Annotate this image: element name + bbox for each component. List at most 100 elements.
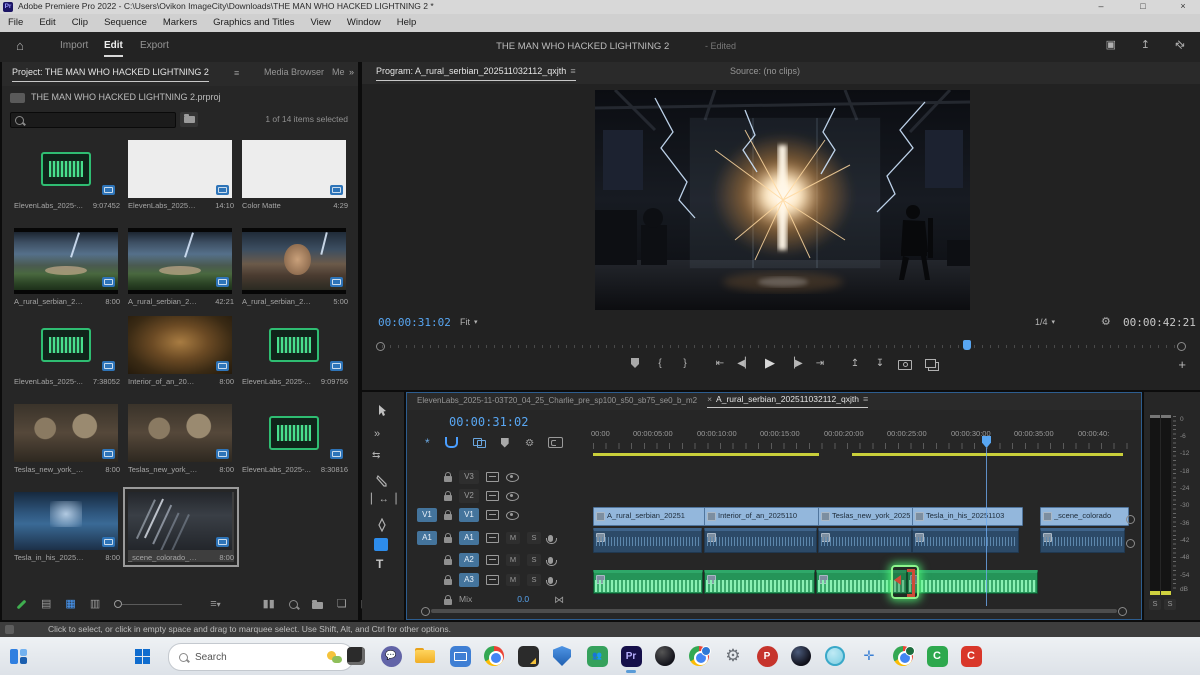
track-name[interactable]: V1 [459,508,479,522]
home-icon[interactable]: ⌂ [16,39,24,53]
timeline-clip-a1[interactable] [912,528,1019,553]
video-preview[interactable] [595,90,970,310]
track-output-icon[interactable] [486,533,499,543]
lock-icon[interactable] [444,579,452,585]
menu-view[interactable]: View [311,18,331,28]
snip-tool-icon[interactable]: ✛ [857,644,881,668]
type-tool-icon[interactable]: T [376,558,383,571]
menu-graphics[interactable]: Graphics and Titles [213,18,294,28]
menu-markers[interactable]: Markers [163,18,197,28]
hand-tool-icon-active[interactable] [374,538,388,551]
voiceover-mic-icon[interactable] [548,557,553,564]
pen-tool-icon[interactable] [375,518,389,532]
find-icon[interactable] [289,600,298,609]
selection-tool-icon[interactable] [375,404,389,418]
track-name[interactable]: A1 [459,531,479,545]
mark-in-icon[interactable]: { [651,354,669,372]
mute-button[interactable]: M [506,574,520,586]
timeline-clip-a1[interactable] [704,528,817,553]
freeform-view-icon[interactable]: ▥ [90,598,100,610]
track-output-icon[interactable] [486,472,499,482]
timeline-clip-v1[interactable]: Tesla_in_his_20251103 [912,507,1023,526]
playback-resolution-dropdown[interactable]: 1/4▾ [1035,318,1055,328]
tab-export[interactable]: Export [140,40,169,51]
defender-shield-icon[interactable] [550,644,574,668]
project-item[interactable]: ElevenLabs_2025-11-...14:10 [128,140,234,210]
widgets-icon[interactable] [6,644,30,668]
timeline-hscrollbar[interactable] [421,607,1127,614]
chrome-profile-icon[interactable] [687,644,711,668]
track-output-icon[interactable] [486,491,499,501]
step-forward-icon[interactable]: ▕▶ [786,354,804,372]
menu-sequence[interactable]: Sequence [104,18,147,28]
toggle-track-visibility-icon[interactable] [506,511,519,520]
mix-bowtie-icon[interactable]: ⋈ [554,595,564,606]
weather-icon[interactable] [327,650,343,664]
button-editor-plus-icon[interactable]: + [1178,358,1186,372]
project-item[interactable]: A_rural_serbian_2025...8:00 [14,228,120,306]
slip-tool-icon[interactable]: ▏↔▕ [371,494,396,505]
tab-edit[interactable]: Edit [104,40,123,57]
track-name[interactable]: A2 [459,553,479,567]
timeline-clip-a1[interactable] [818,528,912,553]
project-item[interactable]: ElevenLabs_2025-...7:38052 [14,316,120,386]
blue-device-app-icon[interactable] [448,644,472,668]
chrome-icon[interactable] [482,644,506,668]
project-item[interactable]: ElevenLabs_2025-...9:09756 [242,316,348,386]
close-button[interactable]: × [1168,0,1198,14]
scrollbar-thumb[interactable] [431,609,1117,613]
nest-toggle-icon[interactable]: * [425,439,430,447]
captions-icon[interactable] [548,437,563,448]
trim-edit-cursor[interactable] [891,565,919,599]
project-file-row[interactable]: THE MAN WHO HACKED LIGHTNING 2.prproj [10,93,221,103]
timeline-clip-a3[interactable] [704,570,815,594]
tab-import[interactable]: Import [60,40,88,51]
track-name[interactable]: V3 [459,470,479,484]
lift-icon[interactable]: ↥ [846,354,864,372]
snap-toggle-icon[interactable] [445,437,458,448]
go-to-in-icon[interactable]: ⇤ [711,354,729,372]
minimize-button[interactable]: – [1086,0,1116,14]
automate-to-sequence-icon[interactable]: ▮▮ [263,598,275,610]
toggle-track-visibility-icon[interactable] [506,492,519,501]
tab-source[interactable]: Source: (no clips) [730,67,800,77]
padlet-icon[interactable]: P [755,644,779,668]
voiceover-mic-icon[interactable] [548,535,553,542]
green-people-app-icon[interactable]: 👥 [585,644,609,668]
timeline-clip-a3[interactable] [593,570,703,594]
add-marker-icon[interactable] [626,354,644,372]
project-item[interactable]: A_rural_serbian_2025...5:00 [242,228,348,306]
taskbar-search-box[interactable]: Search [168,643,354,671]
lock-icon[interactable] [444,495,452,501]
voiceover-mic-icon[interactable] [548,577,553,584]
list-view-icon[interactable]: ▤ [41,598,51,610]
timeline-clip-a1[interactable] [593,528,702,553]
project-item[interactable]: Color Matte4:29 [242,140,348,210]
wrench-icon[interactable]: ⚙ [1099,316,1111,326]
file-explorer-icon[interactable] [413,644,437,668]
program-timecode[interactable]: 00:00:31:02 [378,317,451,329]
track-name[interactable]: V2 [459,489,479,503]
dark-sphere-app-icon[interactable] [653,644,677,668]
program-panel-menu-icon[interactable]: ≡ [570,67,575,77]
timeline-clip-v1[interactable]: _scene_colorado [1040,507,1129,526]
linked-selection-icon[interactable] [473,438,486,448]
search-bin-button[interactable] [180,112,198,127]
go-to-out-icon[interactable]: ⇥ [811,354,829,372]
menu-file[interactable]: File [8,18,23,28]
menu-help[interactable]: Help [397,18,417,28]
timeline-clip-v1[interactable]: A_rural_serbian_20251 [593,507,706,526]
panel-overflow-icon[interactable]: » [349,68,354,78]
lock-icon[interactable] [444,476,452,482]
meter-solo-left-button[interactable]: S [1149,599,1161,610]
mix-value[interactable]: 0.0 [517,595,529,604]
program-scrubber[interactable] [376,340,1186,352]
source-patch-a1[interactable]: A1 [417,531,437,545]
project-item[interactable]: ElevenLabs_2025-...8:30816 [242,404,348,474]
new-bin-icon[interactable] [312,602,323,609]
dark-sphere-app-icon[interactable] [789,644,813,668]
tab-program[interactable]: Program: A_rural_serbian_202511032112_qx… [376,67,576,81]
zoom-level-dropdown[interactable]: Fit▾ [460,318,478,328]
toggle-track-visibility-icon[interactable] [506,473,519,482]
lock-icon[interactable] [444,559,452,565]
